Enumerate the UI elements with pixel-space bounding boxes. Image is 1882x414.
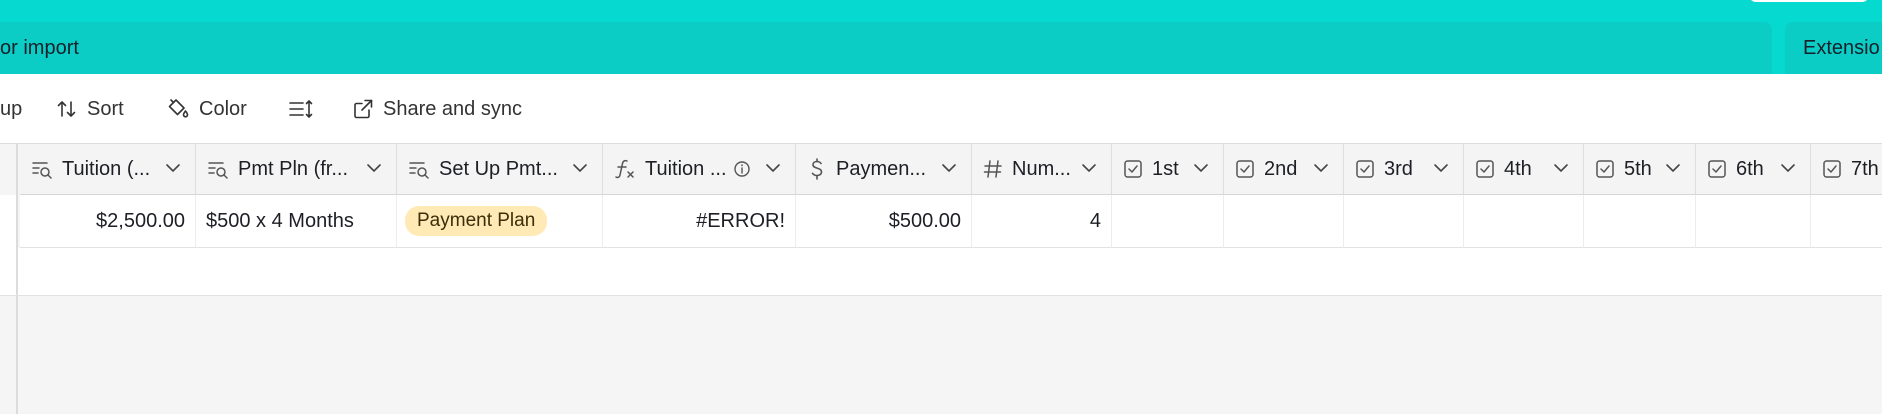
column-header-pmt-pln[interactable]: Pmt Pln (fr... bbox=[196, 144, 397, 195]
cell-tuition[interactable]: $2,500.00 bbox=[20, 195, 196, 248]
extensions-button[interactable]: Extensio bbox=[1785, 22, 1882, 74]
color-button[interactable]: Color bbox=[166, 74, 247, 144]
column-header-2nd[interactable]: 2nd bbox=[1224, 144, 1344, 195]
column-header-6th[interactable]: 6th bbox=[1696, 144, 1811, 195]
lookup-icon bbox=[407, 159, 431, 179]
column-header-label: Set Up Pmt... bbox=[439, 157, 558, 180]
column-header-tuition[interactable]: Tuition (... bbox=[20, 144, 196, 195]
cell-pmt-pln[interactable]: $500 x 4 Months bbox=[196, 195, 397, 248]
chevron-down-icon[interactable] bbox=[165, 162, 181, 174]
cell-7th[interactable] bbox=[1811, 195, 1882, 248]
sort-icon bbox=[57, 101, 76, 117]
chevron-down-icon[interactable] bbox=[366, 162, 382, 174]
chevron-down-icon[interactable] bbox=[1553, 162, 1569, 174]
column-header-label: 6th bbox=[1736, 157, 1764, 180]
cell-5th[interactable] bbox=[1584, 195, 1696, 248]
external-share-icon bbox=[354, 99, 373, 119]
checkbox-icon bbox=[1821, 158, 1843, 180]
column-header-set-up-pmt[interactable]: Set Up Pmt... bbox=[397, 144, 603, 195]
column-header-4th[interactable]: 4th bbox=[1464, 144, 1584, 195]
extensions-label: Extensio bbox=[1803, 37, 1880, 59]
cell-2nd[interactable] bbox=[1224, 195, 1344, 248]
top-right-button[interactable] bbox=[1749, 0, 1869, 2]
base-subbar: or import bbox=[0, 22, 1772, 74]
column-header-5th[interactable]: 5th bbox=[1584, 144, 1696, 195]
chevron-down-icon[interactable] bbox=[765, 162, 781, 174]
column-header-label: Tuition (... bbox=[62, 157, 151, 180]
share-sync-label: Share and sync bbox=[383, 97, 522, 120]
chevron-down-icon[interactable] bbox=[1193, 162, 1209, 174]
checkbox-icon bbox=[1474, 158, 1496, 180]
cell-value: 4 bbox=[1089, 209, 1101, 232]
cell-num[interactable]: 4 bbox=[972, 195, 1112, 248]
share-sync-button[interactable]: Share and sync bbox=[352, 74, 522, 144]
cell-set-up-pmt[interactable]: Payment Plan bbox=[397, 195, 603, 248]
cell-value: $2,500.00 bbox=[96, 209, 185, 232]
frozen-column-cells bbox=[0, 195, 18, 296]
column-header-payment[interactable]: Paymen... bbox=[796, 144, 972, 195]
column-header-label: Pmt Pln (fr... bbox=[238, 157, 349, 180]
checkbox-icon bbox=[1354, 158, 1376, 180]
chevron-down-icon[interactable] bbox=[1433, 162, 1449, 174]
cell-tuition-formula[interactable]: #ERROR! bbox=[603, 195, 796, 248]
info-icon[interactable] bbox=[733, 160, 751, 178]
sort-button[interactable]: Sort bbox=[56, 74, 124, 144]
column-header-1st[interactable]: 1st bbox=[1112, 144, 1224, 195]
checkbox-icon bbox=[1706, 158, 1728, 180]
checkbox-icon bbox=[1234, 158, 1256, 180]
checkbox-icon bbox=[1594, 158, 1616, 180]
group-button[interactable]: up bbox=[0, 74, 22, 144]
cell-value: $500.00 bbox=[888, 209, 961, 232]
chevron-down-icon[interactable] bbox=[572, 162, 588, 174]
cell-value: #ERROR! bbox=[696, 209, 785, 232]
group-label: up bbox=[0, 97, 23, 120]
column-header-num[interactable]: Num... bbox=[972, 144, 1112, 195]
column-header-tuition-formula[interactable]: Tuition ... bbox=[603, 144, 796, 195]
chevron-down-icon[interactable] bbox=[1665, 162, 1681, 174]
column-header-7th[interactable]: 7th bbox=[1811, 144, 1882, 195]
chevron-down-icon[interactable] bbox=[1780, 162, 1796, 174]
formula-icon bbox=[613, 158, 637, 180]
row-height-icon bbox=[289, 99, 313, 119]
chevron-down-icon[interactable] bbox=[1081, 162, 1097, 174]
cell-4th[interactable] bbox=[1464, 195, 1584, 248]
column-header-label: 5th bbox=[1624, 157, 1652, 180]
paint-bucket-icon bbox=[168, 99, 189, 118]
subbar-text[interactable]: or import bbox=[0, 37, 79, 60]
number-icon bbox=[982, 158, 1004, 180]
cell-3rd[interactable] bbox=[1344, 195, 1464, 248]
column-header-label: 1st bbox=[1152, 157, 1179, 180]
currency-icon bbox=[806, 157, 828, 181]
checkbox-icon bbox=[1122, 158, 1144, 180]
sort-label: Sort bbox=[87, 97, 124, 120]
chevron-down-icon[interactable] bbox=[941, 162, 957, 174]
lookup-icon bbox=[30, 159, 54, 179]
cell-1st[interactable] bbox=[1112, 195, 1224, 248]
column-header-label: 2nd bbox=[1264, 157, 1298, 180]
color-label: Color bbox=[199, 97, 247, 120]
column-header-label: Paymen... bbox=[836, 157, 927, 180]
column-header-label: Tuition ... bbox=[645, 157, 727, 180]
column-header-3rd[interactable]: 3rd bbox=[1344, 144, 1464, 195]
cell-value: $500 x 4 Months bbox=[206, 209, 354, 232]
column-header-label: 7th bbox=[1851, 157, 1879, 180]
chevron-down-icon[interactable] bbox=[1313, 162, 1329, 174]
cell-6th[interactable] bbox=[1696, 195, 1811, 248]
lookup-icon bbox=[206, 159, 230, 179]
column-header-label: 3rd bbox=[1384, 157, 1413, 180]
row-height-button[interactable] bbox=[288, 74, 323, 144]
column-header-label: 4th bbox=[1504, 157, 1532, 180]
column-header-label: Num... bbox=[1012, 157, 1071, 180]
cell-payment[interactable]: $500.00 bbox=[796, 195, 972, 248]
add-row[interactable] bbox=[18, 248, 1882, 296]
view-toolbar: up Sort Color Share and sync bbox=[0, 74, 1882, 144]
select-option-pill: Payment Plan bbox=[405, 206, 548, 236]
